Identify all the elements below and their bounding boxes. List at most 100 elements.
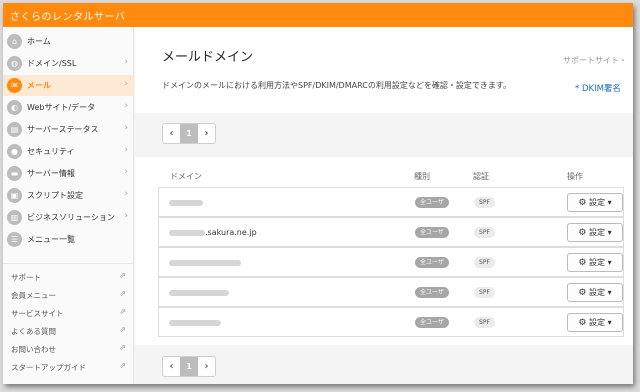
sidebar-item-label: メール bbox=[27, 81, 51, 90]
list-icon: ☰ bbox=[7, 232, 22, 247]
domain-table: ドメイン 種別 認証 操作 全ユーザ SPF ⚙ 設定 ▾ .sakura.ne… bbox=[135, 157, 633, 345]
sidebar-item-mail[interactable]: ✉ メール › bbox=[3, 75, 134, 96]
prev-page-button[interactable]: ‹ bbox=[163, 124, 180, 143]
redacted-domain bbox=[169, 290, 229, 296]
settings-label: 設定 bbox=[589, 228, 606, 237]
sidebar-link-label: サポート bbox=[11, 273, 41, 282]
sidebar-link-service-site[interactable]: サービスサイト ⇗ bbox=[3, 305, 134, 323]
type-badge: 全ユーザ bbox=[415, 197, 449, 208]
table-row: 全ユーザ SPF ⚙ 設定 ▾ bbox=[158, 307, 624, 337]
type-badge: 全ユーザ bbox=[415, 227, 449, 238]
sidebar-link-contact[interactable]: お問い合わせ ⇗ bbox=[3, 341, 134, 359]
column-header-type: 種別 bbox=[414, 172, 430, 181]
sidebar-link-support[interactable]: サポート ⇗ bbox=[3, 269, 134, 287]
pagination-top: ‹ 1 › bbox=[162, 123, 216, 144]
sidebar: ⌂ ホーム ◍ ドメイン/SSL › ✉ メール › ◐ Webサイト/データ … bbox=[3, 27, 134, 384]
column-header-domain: ドメイン bbox=[170, 172, 202, 181]
home-icon: ⌂ bbox=[7, 34, 22, 49]
script-icon: ▣ bbox=[7, 188, 22, 203]
sidebar-item-label: ホーム bbox=[27, 37, 51, 46]
auth-badge: SPF bbox=[474, 317, 495, 328]
sidebar-item-label: セキュリティ bbox=[27, 147, 75, 156]
lock-icon: ● bbox=[7, 144, 22, 159]
support-site-link[interactable]: サポートサイト・ bbox=[563, 55, 627, 66]
table-row: .sakura.ne.jp 全ユーザ SPF ⚙ 設定 ▾ bbox=[158, 217, 624, 247]
sidebar-item-server-info[interactable]: ▬ サーバー情報 › bbox=[3, 163, 134, 184]
domain-name: .sakura.ne.jp bbox=[169, 228, 257, 237]
page-title: メールドメイン bbox=[162, 50, 254, 65]
caret-down-icon: ▾ bbox=[607, 228, 612, 237]
settings-label: 設定 bbox=[589, 258, 606, 267]
settings-label: 設定 bbox=[589, 198, 606, 207]
chevron-right-icon: › bbox=[124, 123, 128, 133]
next-page-button[interactable]: › bbox=[198, 124, 215, 143]
settings-label: 設定 bbox=[589, 288, 606, 297]
table-row: 全ユーザ SPF ⚙ 設定 ▾ bbox=[158, 277, 624, 307]
pagination-bottom: ‹ 1 › bbox=[162, 356, 216, 377]
redacted-domain bbox=[169, 200, 203, 206]
sidebar-link-label: よくある質問 bbox=[11, 327, 56, 336]
column-header-action: 操作 bbox=[567, 172, 583, 181]
next-page-button[interactable]: › bbox=[198, 357, 215, 376]
external-link-icon: ⇗ bbox=[119, 289, 126, 298]
sidebar-item-website-data[interactable]: ◐ Webサイト/データ › bbox=[3, 97, 134, 118]
sidebar-item-label: Webサイト/データ bbox=[27, 103, 96, 112]
prev-page-button[interactable]: ‹ bbox=[163, 357, 180, 376]
header-bar: さくらのレンタルサーバ bbox=[3, 3, 633, 27]
sidebar-item-server-status[interactable]: ▤ サーバーステータス › bbox=[3, 119, 134, 140]
settings-dropdown-button[interactable]: ⚙ 設定 ▾ bbox=[567, 253, 623, 272]
globe-icon: ◍ bbox=[7, 56, 22, 71]
sidebar-item-menu-list[interactable]: ☰ メニュー一覧 bbox=[3, 229, 134, 250]
current-page[interactable]: 1 bbox=[180, 124, 198, 143]
page-header: メールドメイン サポートサイト・ ドメインのメールにおける利用方法やSPF/DK… bbox=[135, 27, 633, 113]
status-icon: ▤ bbox=[7, 122, 22, 137]
caret-down-icon: ▾ bbox=[607, 318, 612, 327]
app-window: さくらのレンタルサーバ ⌂ ホーム ◍ ドメイン/SSL › ✉ メール › ◐… bbox=[3, 3, 633, 384]
sidebar-link-label: お問い合わせ bbox=[11, 345, 56, 354]
page-description: ドメインのメールにおける利用方法やSPF/DKIM/DMARCの利用設定などを確… bbox=[162, 81, 512, 90]
sidebar-link-label: 会員メニュー bbox=[11, 291, 56, 300]
auth-badge: SPF bbox=[474, 227, 495, 238]
settings-dropdown-button[interactable]: ⚙ 設定 ▾ bbox=[567, 313, 623, 332]
chevron-right-icon: › bbox=[124, 189, 128, 199]
sidebar-item-domain-ssl[interactable]: ◍ ドメイン/SSL › bbox=[3, 53, 134, 74]
business-icon: ▥ bbox=[7, 210, 22, 225]
sidebar-item-security[interactable]: ● セキュリティ › bbox=[3, 141, 134, 162]
settings-label: 設定 bbox=[589, 318, 606, 327]
chevron-right-icon: › bbox=[124, 167, 128, 177]
auth-badge: SPF bbox=[474, 257, 495, 268]
type-badge: 全ユーザ bbox=[415, 317, 449, 328]
sidebar-link-startup-guide[interactable]: スタートアップガイド ⇗ bbox=[3, 359, 134, 377]
sidebar-link-faq[interactable]: よくある質問 ⇗ bbox=[3, 323, 134, 341]
sidebar-item-business-solutions[interactable]: ▥ ビジネスソリューション › bbox=[3, 207, 134, 228]
sidebar-item-label: ドメイン/SSL bbox=[27, 59, 77, 68]
chevron-right-icon: › bbox=[124, 211, 128, 221]
gear-icon: ⚙ bbox=[578, 288, 587, 298]
settings-dropdown-button[interactable]: ⚙ 設定 ▾ bbox=[567, 193, 623, 212]
auth-badge: SPF bbox=[474, 197, 495, 208]
type-badge: 全ユーザ bbox=[415, 287, 449, 298]
brand-logo[interactable]: さくらのレンタルサーバ bbox=[10, 8, 125, 23]
current-page[interactable]: 1 bbox=[180, 357, 198, 376]
sidebar-link-member-menu[interactable]: 会員メニュー ⇗ bbox=[3, 287, 134, 305]
sidebar-item-home[interactable]: ⌂ ホーム bbox=[3, 31, 134, 52]
auth-badge: SPF bbox=[474, 287, 495, 298]
sidebar-item-script-settings[interactable]: ▣ スクリプト設定 › bbox=[3, 185, 134, 206]
table-row: 全ユーザ SPF ⚙ 設定 ▾ bbox=[158, 247, 624, 277]
external-link-icon: ⇗ bbox=[119, 343, 126, 352]
chevron-right-icon: › bbox=[124, 101, 128, 111]
main-content: メールドメイン サポートサイト・ ドメインのメールにおける利用方法やSPF/DK… bbox=[135, 27, 633, 384]
server-icon: ▬ bbox=[7, 166, 22, 181]
caret-down-icon: ▾ bbox=[607, 288, 612, 297]
sidebar-item-label: サーバー情報 bbox=[27, 169, 75, 178]
external-link-icon: ⇗ bbox=[119, 325, 126, 334]
external-link-icon: ⇗ bbox=[119, 271, 126, 280]
dkim-signature-link[interactable]: * DKIM署名 bbox=[575, 82, 621, 94]
sidebar-link-label: サービスサイト bbox=[11, 309, 64, 318]
caret-down-icon: ▾ bbox=[607, 198, 612, 207]
external-link-icon: ⇗ bbox=[119, 361, 126, 370]
settings-dropdown-button[interactable]: ⚙ 設定 ▾ bbox=[567, 283, 623, 302]
redacted-domain bbox=[169, 260, 241, 266]
settings-dropdown-button[interactable]: ⚙ 設定 ▾ bbox=[567, 223, 623, 242]
type-badge: 全ユーザ bbox=[415, 257, 449, 268]
